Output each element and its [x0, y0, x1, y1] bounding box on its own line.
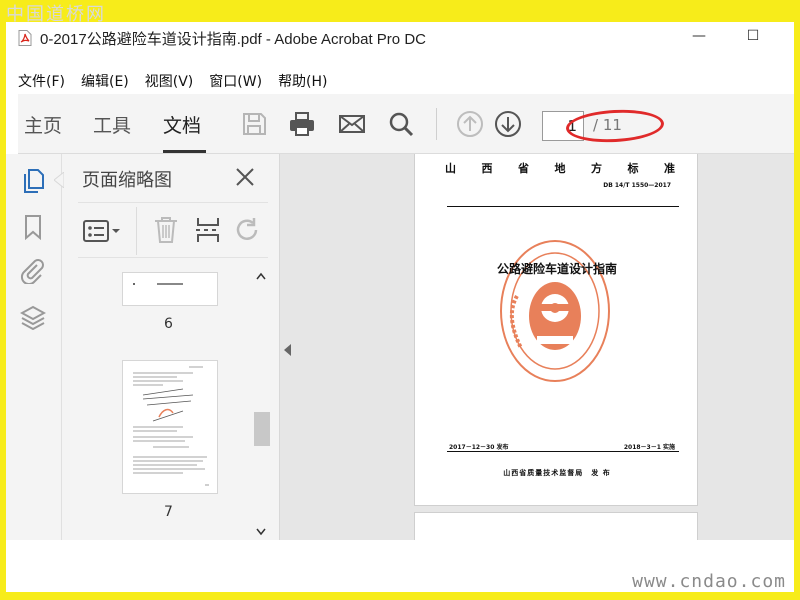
thumbnail-number-7: 7 — [164, 504, 173, 520]
issue-date: 2017－12－30 发布 — [449, 444, 509, 451]
save-icon[interactable] — [240, 110, 268, 138]
bookmark-icon[interactable] — [20, 214, 46, 241]
thumbnails-toolbar — [78, 202, 268, 258]
standard-code: DB 14/T 1550—2017 — [603, 182, 671, 189]
footer-rule — [447, 451, 679, 452]
tools-separator — [136, 207, 137, 255]
header-char: 方 — [591, 162, 602, 175]
header-char: 西 — [481, 162, 493, 175]
pdf-file-icon — [18, 30, 32, 46]
page-thumbnails-icon[interactable] — [20, 168, 46, 194]
document-view: 山 西 省 地 方 标 准 DB 14/T 1550—2017 公路避险车道设计… — [280, 154, 794, 552]
watermark-bottom: www.cndao.com — [632, 571, 786, 592]
header-char: 地 — [554, 162, 566, 175]
tab-tools[interactable]: 工具 — [93, 111, 131, 138]
tab-document[interactable]: 文档 — [163, 111, 201, 138]
thumbnails-scrollbar[interactable] — [252, 266, 270, 540]
toolbar-separator — [436, 108, 437, 140]
insert-icon[interactable] — [194, 215, 222, 249]
toolbar: 主页 工具 文档 1 / 11 — [18, 94, 794, 154]
header-char: 标 — [627, 162, 639, 175]
title-bar: 0-2017公路避险车道设计指南.pdf - Adobe Acrobat Pro… — [6, 22, 794, 54]
navigation-rail — [6, 154, 62, 540]
thumbnail-number-6: 6 — [164, 316, 173, 332]
scroll-down-icon[interactable] — [256, 528, 266, 536]
header-char: 省 — [518, 162, 529, 175]
header-char: 山 — [445, 162, 456, 175]
header-char: 准 — [664, 162, 675, 175]
scrollbar-thumb[interactable] — [254, 412, 270, 446]
header-rule — [447, 206, 679, 207]
thumbnail-page-7[interactable] — [122, 360, 218, 494]
undo-icon[interactable] — [234, 215, 262, 249]
maximize-button[interactable]: ☐ — [738, 28, 768, 48]
window-title: 0-2017公路避险车道设计指南.pdf - Adobe Acrobat Pro… — [40, 30, 426, 48]
publisher: 山西省质量技术监督局 发 布 — [503, 469, 611, 477]
options-icon[interactable] — [82, 217, 122, 249]
document-title: 公路避险车道设计指南 — [496, 262, 617, 276]
next-page-icon[interactable] — [494, 110, 522, 138]
tab-home[interactable]: 主页 — [24, 111, 62, 138]
document-page-1: 山 西 省 地 方 标 准 DB 14/T 1550—2017 公路避险车道设计… — [414, 154, 698, 506]
minimize-button[interactable]: — — [684, 28, 714, 48]
scroll-up-icon[interactable] — [256, 272, 266, 280]
thumbnails-panel: 页面缩略图 6 7 — [54, 154, 280, 548]
menu-window[interactable]: 窗口(W) — [209, 71, 262, 91]
menu-bar: 文件(F) 编辑(E) 视图(V) 窗口(W) 帮助(H) — [6, 70, 794, 92]
standard-header: 山 西 省 地 方 标 准 — [445, 160, 675, 176]
thumbnail-page-6[interactable] — [122, 272, 218, 306]
prev-page-icon[interactable] — [456, 110, 484, 138]
delete-icon[interactable] — [152, 215, 180, 249]
menu-edit[interactable]: 编辑(E) — [81, 71, 129, 91]
panel-pointer — [54, 172, 64, 188]
collapse-panel-icon[interactable] — [284, 344, 291, 356]
acrobat-window: 0-2017公路避险车道设计指南.pdf - Adobe Acrobat Pro… — [6, 22, 794, 552]
search-icon[interactable] — [387, 110, 415, 138]
menu-help[interactable]: 帮助(H) — [278, 71, 327, 91]
menu-file[interactable]: 文件(F) — [18, 71, 65, 91]
layers-icon[interactable] — [19, 304, 47, 331]
email-icon[interactable] — [338, 110, 366, 138]
menu-view[interactable]: 视图(V) — [145, 71, 194, 91]
publisher-seal-icon — [500, 240, 610, 382]
thumbnails-title: 页面缩略图 — [82, 170, 172, 191]
print-icon[interactable] — [288, 110, 316, 138]
active-tab-indicator — [163, 150, 206, 153]
close-icon[interactable] — [232, 164, 258, 190]
effective-date: 2018－3－1 实施 — [623, 444, 675, 451]
attachment-icon[interactable] — [20, 258, 46, 286]
